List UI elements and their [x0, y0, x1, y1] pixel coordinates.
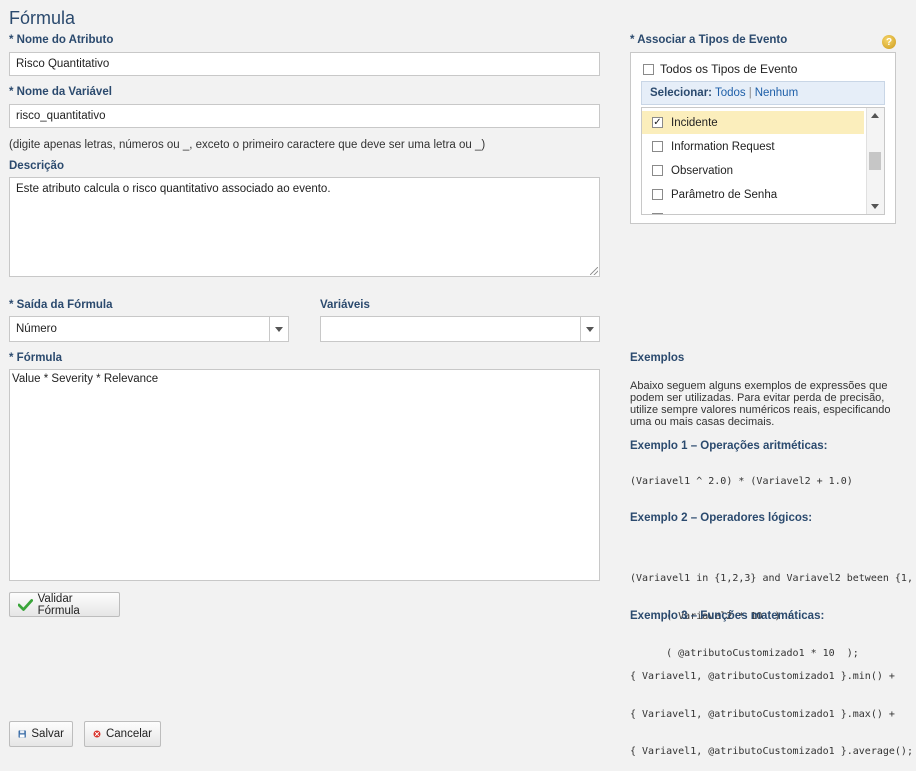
help-icon[interactable]: ? — [882, 35, 896, 49]
description-textarea[interactable]: Este atributo calcula o risco quantitati… — [9, 177, 600, 277]
select-bar: Selecionar: Todos | Nenhum — [641, 81, 885, 105]
list-scrollbar[interactable] — [866, 108, 884, 214]
list-item-label: Observation — [671, 164, 734, 177]
check-icon — [18, 598, 33, 611]
attribute-name-label: * Nome do Atributo — [9, 34, 114, 46]
chevron-down-icon[interactable] — [580, 317, 599, 341]
variable-name-value: risco_quantitativo — [16, 110, 106, 122]
description-value: Este atributo calcula o risco quantitati… — [16, 183, 331, 195]
description-label: Descrição — [9, 160, 64, 172]
list-item-label: Information Request — [671, 140, 775, 153]
example-1-code: (Variavel1 ^ 2.0) * (Variavel2 + 1.0) — [630, 476, 853, 489]
list-item-checkbox[interactable] — [652, 189, 663, 200]
variable-name-label: * Nome da Variável — [9, 86, 112, 98]
variable-name-input[interactable]: risco_quantitativo — [9, 104, 600, 128]
save-label: Salvar — [31, 728, 64, 740]
chevron-down-icon[interactable] — [269, 317, 288, 341]
list-item[interactable]: Observation — [642, 159, 864, 182]
all-event-types-option[interactable]: Todos os Tipos de Evento — [643, 62, 797, 76]
select-none-link[interactable]: Nenhum — [755, 87, 798, 99]
list-item-label: Incidente — [671, 116, 718, 129]
select-all-link[interactable]: Todos — [715, 87, 746, 99]
output-select[interactable]: Número — [9, 316, 289, 342]
validate-formula-button[interactable]: Validar Fórmula — [9, 592, 120, 617]
output-label: * Saída da Fórmula — [9, 299, 113, 311]
code-line: (Variavel1 ^ 2.0) * (Variavel2 + 1.0) — [630, 476, 853, 487]
example-2-title: Exemplo 2 – Operadores lógicos: — [630, 512, 813, 524]
resize-handle-icon[interactable] — [590, 267, 598, 275]
save-button[interactable]: Salvar — [9, 721, 73, 747]
formula-value: Value * Severity * Relevance — [12, 373, 159, 385]
all-event-types-label: Todos os Tipos de Evento — [660, 62, 798, 76]
variable-name-hint: (digite apenas letras, números ou _, exc… — [9, 139, 486, 151]
list-item[interactable]: Parâmetro de Senha — [642, 183, 864, 206]
validate-formula-label: Validar Fórmula — [37, 592, 80, 617]
scroll-thumb[interactable] — [869, 152, 881, 170]
example-1-title: Exemplo 1 – Operações aritméticas: — [630, 440, 828, 452]
examples-intro: Abaixo seguem alguns exemplos de express… — [630, 380, 890, 428]
formula-textarea[interactable]: Value * Severity * Relevance — [9, 369, 600, 581]
list-item[interactable]: Information Request — [642, 135, 864, 158]
code-line: { Variavel1, @atributoCustomizado1 }.max… — [630, 708, 895, 720]
cancel-button[interactable]: Cancelar — [84, 721, 161, 747]
examples-intro-line: Abaixo seguem alguns exemplos de express… — [630, 380, 888, 392]
attribute-name-input[interactable]: Risco Quantitativo — [9, 52, 600, 76]
cancel-label: Cancelar — [105, 728, 152, 740]
formula-label: * Fórmula — [9, 352, 63, 364]
list-item-checkbox[interactable] — [652, 165, 663, 176]
code-line: (Variavel1 in {1,2,3} and Variavel2 betw… — [630, 573, 913, 584]
scroll-down-icon[interactable] — [871, 204, 879, 209]
event-types-list[interactable]: ✓ Incidente Information Request Observat… — [641, 107, 885, 215]
variables-label: Variáveis — [320, 299, 370, 311]
code-line: { Variavel1, @atributoCustomizado1 }.min… — [630, 671, 895, 682]
variables-select[interactable] — [320, 316, 600, 342]
example-3-code: { Variavel1, @atributoCustomizado1 }.min… — [630, 646, 916, 771]
list-item-checkbox[interactable]: ✓ — [652, 117, 663, 128]
cancel-icon — [93, 730, 101, 738]
list-item[interactable]: ✓ Incidente — [642, 111, 864, 134]
select-prefix: Selecionar: — [650, 87, 712, 99]
list-item[interactable] — [642, 207, 864, 214]
examples-intro-line: utilize sempre valores numéricos reais, … — [630, 404, 891, 416]
output-value: Número — [16, 323, 57, 335]
examples-intro-line: uma ou mais casas decimais. — [630, 416, 775, 428]
event-types-label: * Associar a Tipos de Evento — [630, 34, 788, 46]
event-types-panel: Todos os Tipos de Evento Selecionar: Tod… — [630, 52, 896, 224]
examples-intro-line: podem ser utilizadas. Para evitar perda … — [630, 392, 885, 404]
floppy-disk-icon — [18, 730, 26, 738]
list-item-checkbox[interactable] — [652, 213, 663, 214]
scroll-up-icon[interactable] — [871, 113, 879, 118]
select-separator: | — [748, 87, 752, 99]
page-title: Fórmula — [9, 8, 76, 28]
attribute-name-value: Risco Quantitativo — [16, 58, 110, 70]
code-line: { Variavel1, @atributoCustomizado1 }.ave… — [630, 746, 913, 757]
example-3-title: Exemplo 3 – Funções matemáticas: — [630, 610, 825, 622]
list-item-checkbox[interactable] — [652, 141, 663, 152]
all-event-types-checkbox[interactable] — [643, 63, 654, 75]
list-item-label: Parâmetro de Senha — [671, 188, 778, 201]
examples-title: Exemplos — [630, 352, 685, 364]
